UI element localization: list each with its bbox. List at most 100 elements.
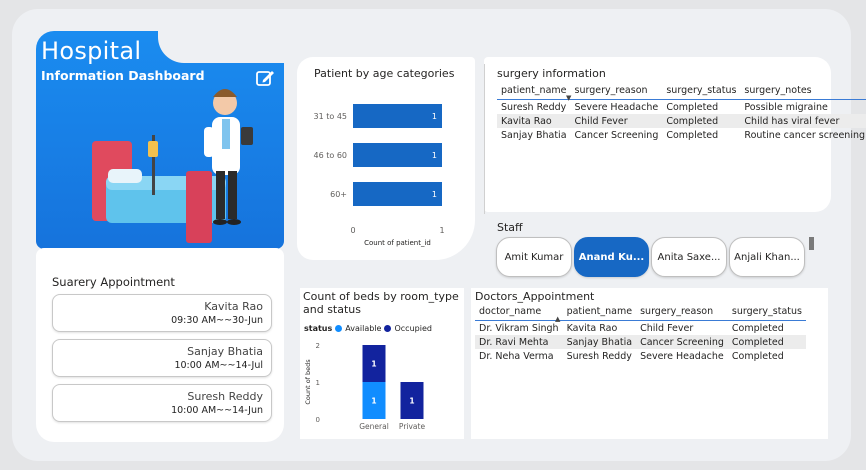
staff-pill[interactable]: Amit Kumar xyxy=(496,237,572,277)
staff-title: Staff xyxy=(497,221,523,234)
table-cell: Completed xyxy=(666,101,719,113)
page-title: Hospital xyxy=(41,37,142,65)
table-cell: Kavita Rao xyxy=(497,114,571,128)
appointment-card[interactable]: Kavita Rao 09:30 AM~~30-Jun xyxy=(52,294,272,332)
category-label: Private xyxy=(399,422,426,431)
data-label: 1 xyxy=(432,190,437,199)
data-label: 1 xyxy=(409,397,414,406)
age-chart-title: Patient by age categories xyxy=(314,67,455,80)
doctors-appointment-table: doctor_name patient_name surgery_reason … xyxy=(475,304,806,363)
data-label: 1 xyxy=(371,397,376,406)
table-cell: Child Fever xyxy=(570,114,663,128)
staff-pill-selected[interactable]: Anand Ku... xyxy=(574,237,649,277)
appointment-time: 10:00 AM~~14-Jun xyxy=(171,405,263,416)
table-row[interactable]: Sanjay Bhatia Cancer Screening Completed… xyxy=(497,128,866,142)
appointment-patient: Suresh Reddy xyxy=(187,390,263,403)
table-cell: Sanjay Bhatia xyxy=(501,129,567,141)
table-cell: Severe Headache xyxy=(640,350,724,362)
beds-stacked-chart[interactable]: 2 1 0 Count of beds 1 1 General 1 Private xyxy=(300,336,464,436)
category-label: 31 to 45 xyxy=(314,112,347,121)
y-tick-label: 2 xyxy=(316,342,320,350)
column-header[interactable]: patient_name xyxy=(497,83,571,100)
tick-label: 1 xyxy=(439,226,444,235)
column-header[interactable]: surgery_reason xyxy=(636,304,728,321)
table-cell: Completed xyxy=(731,350,784,362)
legend-item[interactable]: Available xyxy=(345,324,381,333)
column-header[interactable]: surgery_status xyxy=(727,304,806,321)
table-row[interactable]: Suresh Reddy Severe Headache Completed P… xyxy=(497,100,866,115)
table-cell: Sanjay Bhatia xyxy=(562,335,637,349)
edit-icon[interactable] xyxy=(255,68,275,88)
table-row[interactable]: Dr. Neha Verma Suresh Reddy Severe Heada… xyxy=(475,349,806,363)
table-cell: Cancer Screening xyxy=(574,129,659,141)
table-cell: Routine cancer screening xyxy=(744,129,866,141)
column-header[interactable]: surgery_reason xyxy=(570,83,663,100)
table-cell: Child Fever xyxy=(640,322,694,334)
appointment-title: Suarery Appointment xyxy=(52,275,175,289)
age-bar-chart[interactable]: 31 to 45 1 46 to 60 1 60+ 1 0 1 Count of patient… xyxy=(297,90,472,250)
category-label: 60+ xyxy=(330,190,347,199)
data-label: 1 xyxy=(371,360,376,369)
category-label: General xyxy=(359,422,389,431)
staff-pill[interactable]: Anita Saxe... xyxy=(651,237,727,277)
appointment-time: 09:30 AM~~30-Jun xyxy=(171,315,263,326)
staff-pill[interactable]: Anjali Khan... xyxy=(729,237,805,277)
column-header[interactable]: patient_name xyxy=(562,304,637,321)
legend-dot-available xyxy=(335,325,343,332)
bar xyxy=(353,104,442,128)
y-tick-label: 0 xyxy=(316,416,320,424)
table-cell: Suresh Reddy xyxy=(566,350,632,362)
beds-title-line2: and status xyxy=(303,303,361,316)
table-row[interactable]: Dr. Ravi Mehta Sanjay Bhatia Cancer Scre… xyxy=(475,335,806,349)
table-cell: Completed xyxy=(662,114,741,128)
table-cell: Completed xyxy=(666,129,719,141)
table-cell: Severe Headache xyxy=(574,101,659,113)
appointment-patient: Kavita Rao xyxy=(204,300,263,313)
bar xyxy=(353,143,442,167)
surgery-info-table: patient_name surgery_reason surgery_stat… xyxy=(497,83,866,142)
table-row[interactable]: Kavita Rao Child Fever Completed Child h… xyxy=(497,114,866,128)
beds-title-line1: Count of beds by room_type xyxy=(303,290,459,303)
table-cell: Completed xyxy=(727,335,806,349)
doctors-appointment-title: Doctors_Appointment xyxy=(475,290,595,303)
divider xyxy=(484,64,485,214)
bar xyxy=(353,182,442,206)
column-header[interactable]: surgery_notes xyxy=(740,83,866,100)
beds-chart-title: Count of beds by room_type and status xyxy=(303,290,459,316)
appointment-card[interactable]: Sanjay Bhatia 10:00 AM~~14-Jul xyxy=(52,339,272,377)
page-subtitle: Information Dashboard xyxy=(41,68,205,83)
data-label: 1 xyxy=(432,112,437,121)
tick-label: 0 xyxy=(350,226,355,235)
appointment-card[interactable]: Suresh Reddy 10:00 AM~~14-Jun xyxy=(52,384,272,422)
table-cell: Dr. Ravi Mehta xyxy=(475,335,563,349)
table-cell: Dr. Neha Verma xyxy=(479,350,554,362)
surgery-info-title: surgery information xyxy=(497,67,606,80)
hero-notch xyxy=(158,31,288,63)
legend-item[interactable]: Occupied xyxy=(394,324,431,333)
legend-dot-occupied xyxy=(384,325,392,332)
appointment-patient: Sanjay Bhatia xyxy=(187,345,263,358)
category-label: 46 to 60 xyxy=(314,151,347,160)
beds-legend: status Available Occupied xyxy=(304,324,432,333)
y-tick-label: 1 xyxy=(316,379,320,387)
table-cell: Possible migraine xyxy=(744,101,828,113)
table-row[interactable]: Dr. Vikram Singh Kavita Rao Child Fever … xyxy=(475,321,806,336)
surgery-info-table-wrap: patient_name surgery_reason surgery_stat… xyxy=(497,83,866,142)
table-cell: Kavita Rao xyxy=(566,322,618,334)
table-cell: Suresh Reddy xyxy=(501,101,567,113)
table-cell: Child has viral fever xyxy=(740,114,866,128)
doctors-table-wrap: doctor_name patient_name surgery_reason … xyxy=(475,304,806,363)
sort-caret-icon[interactable]: ▼ xyxy=(566,94,571,102)
table-cell: Cancer Screening xyxy=(636,335,728,349)
axis-label: Count of patient_id xyxy=(364,239,431,247)
table-cell: Dr. Vikram Singh xyxy=(479,322,559,334)
appointment-time: 10:00 AM~~14-Jul xyxy=(174,360,263,371)
scrollbar[interactable] xyxy=(809,237,814,250)
legend-title: status xyxy=(304,324,333,333)
column-header[interactable]: doctor_name xyxy=(475,304,563,321)
data-label: 1 xyxy=(432,151,437,160)
sort-caret-icon[interactable]: ▲ xyxy=(555,315,560,323)
table-cell: Completed xyxy=(731,322,784,334)
column-header[interactable]: surgery_status xyxy=(662,83,741,100)
y-axis-label: Count of beds xyxy=(304,359,312,405)
